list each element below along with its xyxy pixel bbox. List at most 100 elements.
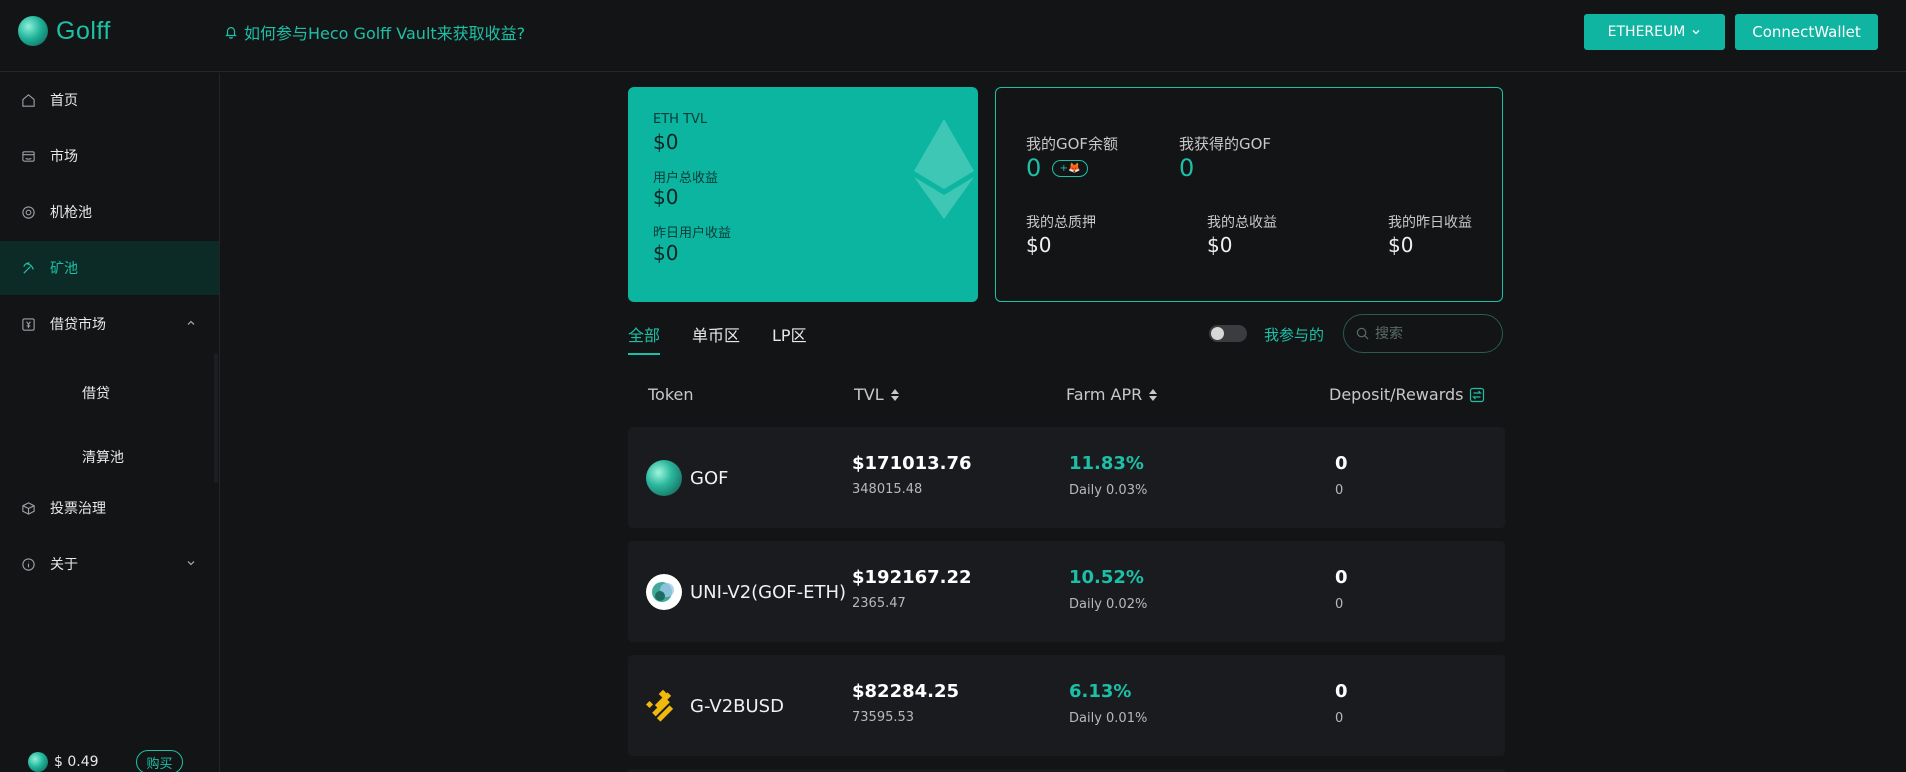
participated-label: 我参与的	[1264, 326, 1325, 344]
token-cell: UNI-V2(GOF-ETH)	[646, 574, 846, 610]
column-header-apr[interactable]: Farm APR	[1066, 385, 1158, 404]
sidebar-item-home[interactable]: 首页	[0, 73, 219, 127]
search-input[interactable]	[1375, 325, 1495, 342]
rewards-value: 0	[1335, 483, 1344, 498]
apr-daily: Daily 0.01%	[1069, 711, 1148, 726]
gof-price: $ 0.49	[28, 752, 99, 772]
info-icon	[20, 556, 36, 572]
logo[interactable]: Golff	[18, 16, 111, 46]
gof-earned-value: 0	[1179, 154, 1195, 182]
tvl-value: $192167.22	[852, 567, 972, 588]
sidebar-item-about[interactable]: 关于	[0, 537, 219, 591]
search-box	[1343, 314, 1503, 353]
tvl-summary-card: ETH TVL $0 用户总收益 $0 昨日用户收益 $0	[628, 87, 978, 302]
sidebar-item-label: 借贷市场	[50, 317, 106, 333]
switch-icon[interactable]	[1469, 387, 1485, 403]
top-header: Golff 如何参与Heco Golff Vault来获取收益? ETHEREU…	[0, 0, 1906, 72]
table-row[interactable]: UNI-V2(GOF-ETH) $192167.22 2365.47 10.52…	[628, 541, 1505, 642]
announcement-text: 如何参与Heco Golff Vault来获取收益?	[244, 24, 526, 43]
eth-tvl-value: $0	[653, 130, 679, 154]
table-row[interactable]: GOF $171013.76 348015.48 11.83% Daily 0.…	[628, 427, 1505, 528]
deposit-value: 0	[1335, 453, 1348, 474]
gof-balance-label: 我的GOF余额	[1026, 135, 1119, 153]
bell-icon	[225, 27, 237, 39]
tab-all[interactable]: 全部	[628, 322, 660, 346]
sidebar-subitem-liquidation-pool[interactable]: 清算池	[82, 447, 124, 467]
buy-button[interactable]: 购买	[136, 750, 183, 772]
sidebar-item-label: 市场	[50, 149, 78, 165]
my-yesterday-income-value: $0	[1388, 233, 1414, 257]
total-income-value: $0	[653, 185, 679, 209]
gof-earned-label: 我获得的GOF	[1179, 135, 1272, 153]
gof-coin-icon	[28, 752, 48, 772]
gof-token-icon	[646, 460, 682, 496]
connect-wallet-button[interactable]: ConnectWallet	[1735, 14, 1878, 50]
sidebar-item-label: 关于	[50, 557, 78, 573]
total-income-label: 用户总收益	[653, 171, 719, 186]
token-name: GOF	[690, 467, 729, 489]
tvl-amount: 73595.53	[852, 710, 915, 725]
column-header-deposit-rewards[interactable]: Deposit/Rewards	[1329, 385, 1485, 404]
apr-daily: Daily 0.02%	[1069, 597, 1148, 612]
sidebar: 首页 市场 机枪池 矿池 借贷市场 借贷 清算池 投票治理 关于 $ 0.49 …	[0, 73, 220, 772]
tvl-value: $82284.25	[852, 681, 960, 702]
home-icon	[20, 92, 36, 108]
target-icon	[20, 204, 36, 220]
network-label: ETHEREUM	[1607, 24, 1686, 40]
tab-single-token[interactable]: 单币区	[692, 322, 740, 346]
yesterday-income-label: 昨日用户收益	[653, 226, 732, 241]
toggle-knob	[1211, 327, 1224, 340]
my-total-income-value: $0	[1207, 233, 1233, 257]
sidebar-item-label: 矿池	[50, 261, 78, 277]
announcement-link[interactable]: 如何参与Heco Golff Vault来获取收益?	[224, 20, 525, 44]
apr-value: 11.83%	[1069, 453, 1144, 474]
store-icon	[20, 148, 36, 164]
sidebar-item-vault[interactable]: 机枪池	[0, 185, 219, 239]
apr-value: 6.13%	[1069, 681, 1132, 702]
chevron-up-icon	[187, 320, 195, 325]
gof-balance-value: 0	[1026, 154, 1042, 182]
search-icon	[1356, 327, 1369, 340]
sidebar-item-label: 机枪池	[50, 205, 92, 221]
chevron-down-icon	[1692, 30, 1700, 35]
sidebar-subitem-borrow[interactable]: 借贷	[82, 383, 110, 403]
sidebar-scrollbar[interactable]	[214, 353, 218, 483]
token-cell: GOF	[646, 460, 728, 496]
column-header-deposit-label: Deposit/Rewards	[1329, 385, 1464, 404]
tvl-amount: 2365.47	[852, 596, 906, 611]
network-select-button[interactable]: ETHEREUM	[1584, 14, 1725, 50]
uni-lp-token-icon	[646, 574, 682, 610]
add-to-wallet-icon[interactable]: +🦊	[1052, 160, 1088, 177]
column-header-tvl[interactable]: TVL	[854, 385, 900, 404]
yesterday-income-value: $0	[653, 241, 679, 265]
column-header-token: Token	[648, 385, 694, 404]
column-header-apr-label: Farm APR	[1066, 385, 1143, 404]
total-stake-value: $0	[1026, 233, 1052, 257]
busd-token-icon	[645, 688, 682, 724]
tab-active-indicator	[628, 353, 660, 355]
eth-watermark-icon	[914, 119, 974, 219]
token-name: UNI-V2(GOF-ETH)	[690, 581, 847, 603]
sidebar-item-market[interactable]: 市场	[0, 129, 219, 183]
my-assets-card: 我的GOF余额 0 +🦊 我获得的GOF 0 我的总质押 $0 我的总收益 $0…	[995, 87, 1503, 302]
sidebar-item-lending-market[interactable]: 借贷市场	[0, 297, 219, 351]
sidebar-item-governance[interactable]: 投票治理	[0, 481, 219, 535]
table-row[interactable]: G-V2BUSD $82284.25 73595.53 6.13% Daily …	[628, 655, 1505, 756]
cube-icon	[20, 500, 36, 516]
tvl-value: $171013.76	[852, 453, 972, 474]
deposit-value: 0	[1335, 681, 1348, 702]
logo-text: Golff	[56, 16, 111, 45]
sidebar-item-label: 投票治理	[50, 501, 106, 517]
tab-lp[interactable]: LP区	[772, 322, 807, 346]
sidebar-item-mining-pool[interactable]: 矿池	[0, 241, 219, 295]
pickaxe-icon	[20, 260, 36, 276]
token-name: G-V2BUSD	[690, 695, 784, 717]
my-yesterday-income-label: 我的昨日收益	[1388, 215, 1472, 231]
rewards-value: 0	[1335, 711, 1344, 726]
lending-icon	[20, 316, 36, 332]
logo-mark-icon	[18, 16, 48, 46]
total-stake-label: 我的总质押	[1026, 215, 1096, 231]
apr-value: 10.52%	[1069, 567, 1144, 588]
eth-tvl-label: ETH TVL	[653, 112, 708, 127]
participated-toggle[interactable]	[1209, 325, 1247, 342]
